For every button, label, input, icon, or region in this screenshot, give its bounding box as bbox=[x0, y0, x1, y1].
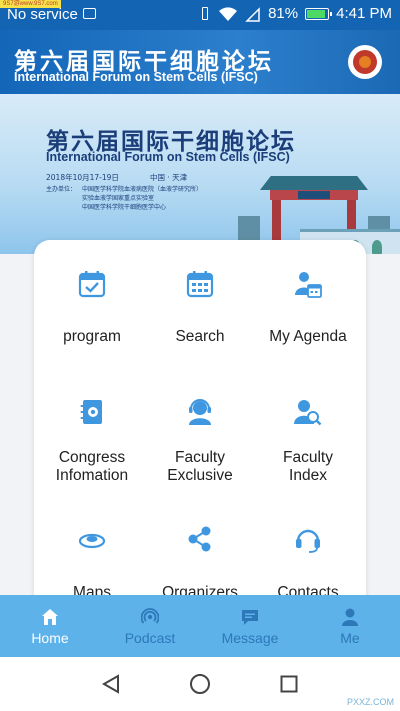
status-bar: 9S7游www.9S7.com No service 81% 4:41 PM bbox=[0, 0, 400, 30]
header-title-en: International Forum on Stem Cells (IFSC) bbox=[14, 70, 258, 84]
signal-icon bbox=[245, 6, 260, 22]
app-header: 第六届国际干细胞论坛 International Forum on Stem C… bbox=[0, 30, 400, 94]
banner-location: 中国 · 天津 bbox=[150, 173, 188, 182]
tab-message[interactable]: Message bbox=[200, 595, 300, 657]
banner-organizer-3: 中国医学科学院干细胞医学中心 bbox=[82, 204, 167, 211]
user-calendar-icon bbox=[295, 272, 322, 298]
menu-item-maps[interactable]: Maps bbox=[37, 510, 147, 601]
home-circle-icon[interactable] bbox=[189, 673, 211, 695]
feature-menu-card: program Search My Agenda Congress Infoma… bbox=[34, 240, 366, 620]
menu-label: Search bbox=[175, 328, 225, 345]
tab-label: Message bbox=[221, 630, 279, 646]
event-banner: 第六届国际干细胞论坛 International Forum on Stem C… bbox=[0, 94, 400, 254]
bottom-tab-bar: Home Podcast Message Me bbox=[0, 595, 400, 657]
menu-label: Faculty Exclusive bbox=[167, 449, 233, 484]
menu-item-search[interactable]: Search bbox=[145, 260, 255, 350]
system-navigation-bar: PXXZ.COM bbox=[0, 657, 400, 711]
menu-label: My Agenda bbox=[269, 328, 347, 345]
menu-label: Congress Infomation bbox=[55, 449, 129, 484]
menu-label: program bbox=[63, 328, 121, 345]
message-icon bbox=[242, 610, 258, 625]
map-pin-icon bbox=[78, 533, 106, 549]
tab-podcast[interactable]: Podcast bbox=[100, 595, 200, 657]
carrier-text: No service bbox=[7, 6, 78, 23]
tab-label: Home bbox=[31, 630, 69, 646]
banner-date: 2018年10月17-19日 bbox=[46, 173, 119, 182]
calendar-grid-icon bbox=[186, 271, 214, 298]
recents-icon[interactable] bbox=[280, 675, 298, 693]
banner-organizer-2: 实验血液学国家重点实验室 bbox=[82, 195, 155, 202]
watermark-bottom: PXXZ.COM bbox=[346, 697, 394, 707]
tab-label: Podcast bbox=[124, 630, 176, 646]
clock: 4:41 PM bbox=[336, 5, 392, 22]
wifi-icon bbox=[219, 6, 238, 21]
forum-logo bbox=[348, 45, 382, 79]
menu-item-organizers[interactable]: Organizers bbox=[145, 510, 255, 601]
menu-item-congress-information[interactable]: Congress Infomation bbox=[37, 380, 147, 484]
home-icon bbox=[42, 609, 58, 625]
headset-person-icon bbox=[189, 399, 211, 425]
booklet-icon bbox=[80, 400, 102, 424]
menu-item-program[interactable]: program bbox=[37, 260, 147, 350]
back-icon[interactable] bbox=[101, 674, 121, 694]
tab-me[interactable]: Me bbox=[300, 595, 400, 657]
menu-item-faculty-exclusive[interactable]: Faculty Exclusive bbox=[145, 380, 255, 484]
battery-percent: 81% bbox=[268, 5, 299, 22]
banner-title-en: International Forum on Stem Cells (IFSC) bbox=[46, 150, 290, 164]
headphones-icon bbox=[296, 529, 320, 553]
share-icon bbox=[188, 526, 211, 552]
battery-icon bbox=[305, 7, 333, 20]
tab-home[interactable]: Home bbox=[0, 595, 100, 657]
calendar-check-icon bbox=[78, 271, 106, 298]
person-icon bbox=[342, 608, 358, 626]
menu-item-my-agenda[interactable]: My Agenda bbox=[253, 260, 363, 350]
tab-label: Me bbox=[340, 630, 360, 646]
status-indicators: 81% 4:41 PM bbox=[199, 5, 392, 22]
menu-item-faculty-index[interactable]: Faculty Index bbox=[253, 380, 363, 484]
vibrate-icon bbox=[199, 6, 211, 22]
banner-organizer-label: 主办单位： bbox=[46, 186, 77, 193]
sim-icon bbox=[83, 8, 96, 19]
person-search-icon bbox=[294, 400, 322, 426]
podcast-icon bbox=[141, 608, 159, 624]
menu-item-contacts[interactable]: Contacts bbox=[253, 510, 363, 601]
menu-label: Faculty Index bbox=[283, 449, 333, 484]
banner-organizer-1: 中国医学科学院血液病医院（血液学研究所） bbox=[82, 186, 203, 193]
